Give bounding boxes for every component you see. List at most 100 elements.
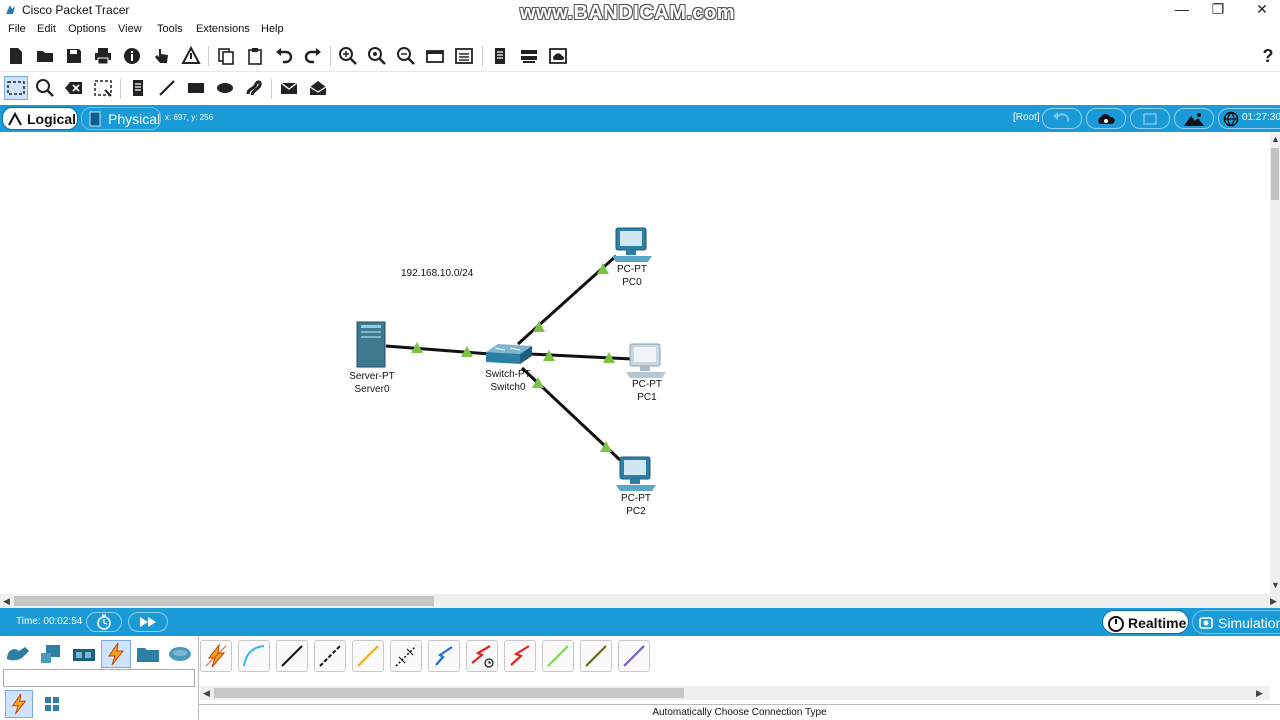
workspace-vertical-scrollbar[interactable]: ▲ ▼ <box>1270 132 1280 594</box>
network-address-label[interactable]: 192.168.10.0/24 <box>401 268 473 279</box>
pc0-device-icon[interactable] <box>612 227 652 262</box>
close-button[interactable]: ✕ <box>1242 0 1280 20</box>
main-toolbar: ? <box>0 40 1280 72</box>
cable-serial-dte[interactable] <box>504 640 536 672</box>
pc2-device-icon[interactable] <box>616 456 656 491</box>
back-button[interactable] <box>1042 108 1082 129</box>
draw-rectangle-button[interactable] <box>184 76 208 100</box>
subcategory-connections[interactable] <box>5 690 33 718</box>
tab-logical[interactable]: Logical <box>2 107 78 130</box>
cable-fiber[interactable] <box>352 640 384 672</box>
category-components[interactable] <box>69 640 99 668</box>
cable-console[interactable] <box>238 640 270 672</box>
scroll-down-arrow-icon[interactable]: ▼ <box>1271 580 1280 590</box>
undo-button[interactable] <box>272 44 296 68</box>
cable-usb[interactable] <box>618 640 650 672</box>
new-cluster-button[interactable] <box>1086 108 1126 129</box>
select-tool-button[interactable] <box>4 76 28 100</box>
category-connections[interactable] <box>101 640 131 668</box>
move-object-button[interactable] <box>1130 108 1170 129</box>
drawing-palette-button[interactable] <box>423 44 447 68</box>
fast-forward-time-button[interactable] <box>128 612 168 632</box>
cable-copper-cross-over[interactable] <box>314 640 346 672</box>
workspace-horizontal-scrollbar[interactable]: ◀ ▶ <box>0 594 1280 608</box>
subcategory-structured-cabling[interactable] <box>38 690 66 718</box>
switch0-device-icon[interactable] <box>486 344 532 364</box>
menu-tools[interactable]: Tools <box>157 23 183 35</box>
category-network-devices[interactable] <box>3 640 33 668</box>
open-button[interactable] <box>33 44 57 68</box>
network-info-button[interactable] <box>150 44 174 68</box>
zoom-in-button[interactable] <box>336 44 360 68</box>
save-button[interactable] <box>62 44 86 68</box>
scroll-right-arrow-icon[interactable]: ▶ <box>1270 596 1277 607</box>
category-multiuser[interactable] <box>165 640 195 668</box>
tab-physical[interactable]: Physical <box>81 107 161 130</box>
redo-button[interactable] <box>301 44 325 68</box>
add-simple-pdu-button[interactable] <box>277 76 301 100</box>
help-icon: ? <box>1262 45 1274 66</box>
new-file-button[interactable] <box>4 44 28 68</box>
place-note-button[interactable] <box>126 76 150 100</box>
vertical-scroll-thumb[interactable] <box>1271 148 1279 200</box>
cable-phone[interactable] <box>390 640 422 672</box>
add-complex-pdu-button[interactable] <box>306 76 330 100</box>
window-title: Cisco Packet Tracer <box>22 3 130 17</box>
pc1-device-icon[interactable] <box>626 343 666 378</box>
notes-button[interactable] <box>488 44 512 68</box>
root-breadcrumb[interactable]: [Root] <box>1013 112 1040 123</box>
scroll-up-arrow-icon[interactable]: ▲ <box>1271 134 1280 144</box>
server0-device-icon[interactable] <box>356 321 386 368</box>
cable-copper-straight-through[interactable] <box>276 640 308 672</box>
activity-wizard-button[interactable] <box>120 44 144 68</box>
draw-line-button[interactable] <box>155 76 179 100</box>
toolbar-separator <box>271 79 272 99</box>
cable-serial-dce[interactable] <box>466 640 498 672</box>
line-tool-icon <box>159 80 175 96</box>
category-end-devices[interactable] <box>36 640 66 668</box>
simulation-mode-tab[interactable]: Simulation <box>1192 610 1280 634</box>
palette-scroll-thumb[interactable] <box>214 688 684 698</box>
cable-coaxial[interactable] <box>428 640 460 672</box>
minimize-button[interactable]: — <box>1162 0 1202 20</box>
inspect-tool-button[interactable] <box>33 76 57 100</box>
menu-extensions[interactable]: Extensions <box>196 23 250 35</box>
palette-scroll-left-icon[interactable]: ◀ <box>203 688 210 699</box>
cloud-window-button[interactable] <box>546 44 570 68</box>
menu-help[interactable]: Help <box>261 23 284 35</box>
horizontal-scroll-thumb[interactable] <box>14 596 434 606</box>
timer-icon <box>97 614 111 630</box>
draw-ellipse-button[interactable] <box>213 76 237 100</box>
cable-iot[interactable] <box>580 640 612 672</box>
menu-options[interactable]: Options <box>68 23 106 35</box>
menu-file[interactable]: File <box>8 23 26 35</box>
cable-automatic[interactable] <box>200 640 232 672</box>
cloud-device-icon <box>169 647 191 661</box>
palette-horizontal-scrollbar[interactable]: ◀ ▶ <box>200 686 1270 700</box>
palette-scroll-right-icon[interactable]: ▶ <box>1256 688 1263 699</box>
realtime-mode-tab[interactable]: Realtime <box>1102 610 1189 634</box>
logical-workspace[interactable]: 192.168.10.0/24 Server-PT Server0 Switch… <box>0 132 1270 594</box>
set-background-button[interactable] <box>1174 108 1214 129</box>
delete-tool-button[interactable] <box>62 76 86 100</box>
help-button[interactable]: ? <box>1256 44 1280 68</box>
paste-button[interactable] <box>243 44 267 68</box>
restore-button[interactable]: ❐ <box>1198 0 1238 20</box>
scroll-left-arrow-icon[interactable]: ◀ <box>3 596 10 607</box>
server-view-button[interactable] <box>517 44 541 68</box>
zoom-reset-button[interactable] <box>365 44 389 68</box>
zoom-out-button[interactable] <box>394 44 418 68</box>
freeform-draw-button[interactable] <box>242 76 266 100</box>
custom-devices-dialog-button[interactable] <box>452 44 476 68</box>
power-cycle-devices-button[interactable] <box>86 612 122 632</box>
link-server0-switch0[interactable] <box>385 344 491 356</box>
device-search-input[interactable] <box>3 669 195 687</box>
cable-octal[interactable] <box>542 640 574 672</box>
copy-button[interactable] <box>214 44 238 68</box>
custom-device-button[interactable] <box>179 44 203 68</box>
menu-edit[interactable]: Edit <box>37 23 56 35</box>
menu-view[interactable]: View <box>118 23 142 35</box>
resize-shape-button[interactable] <box>91 76 115 100</box>
category-miscellaneous[interactable] <box>133 640 163 668</box>
print-button[interactable] <box>91 44 115 68</box>
